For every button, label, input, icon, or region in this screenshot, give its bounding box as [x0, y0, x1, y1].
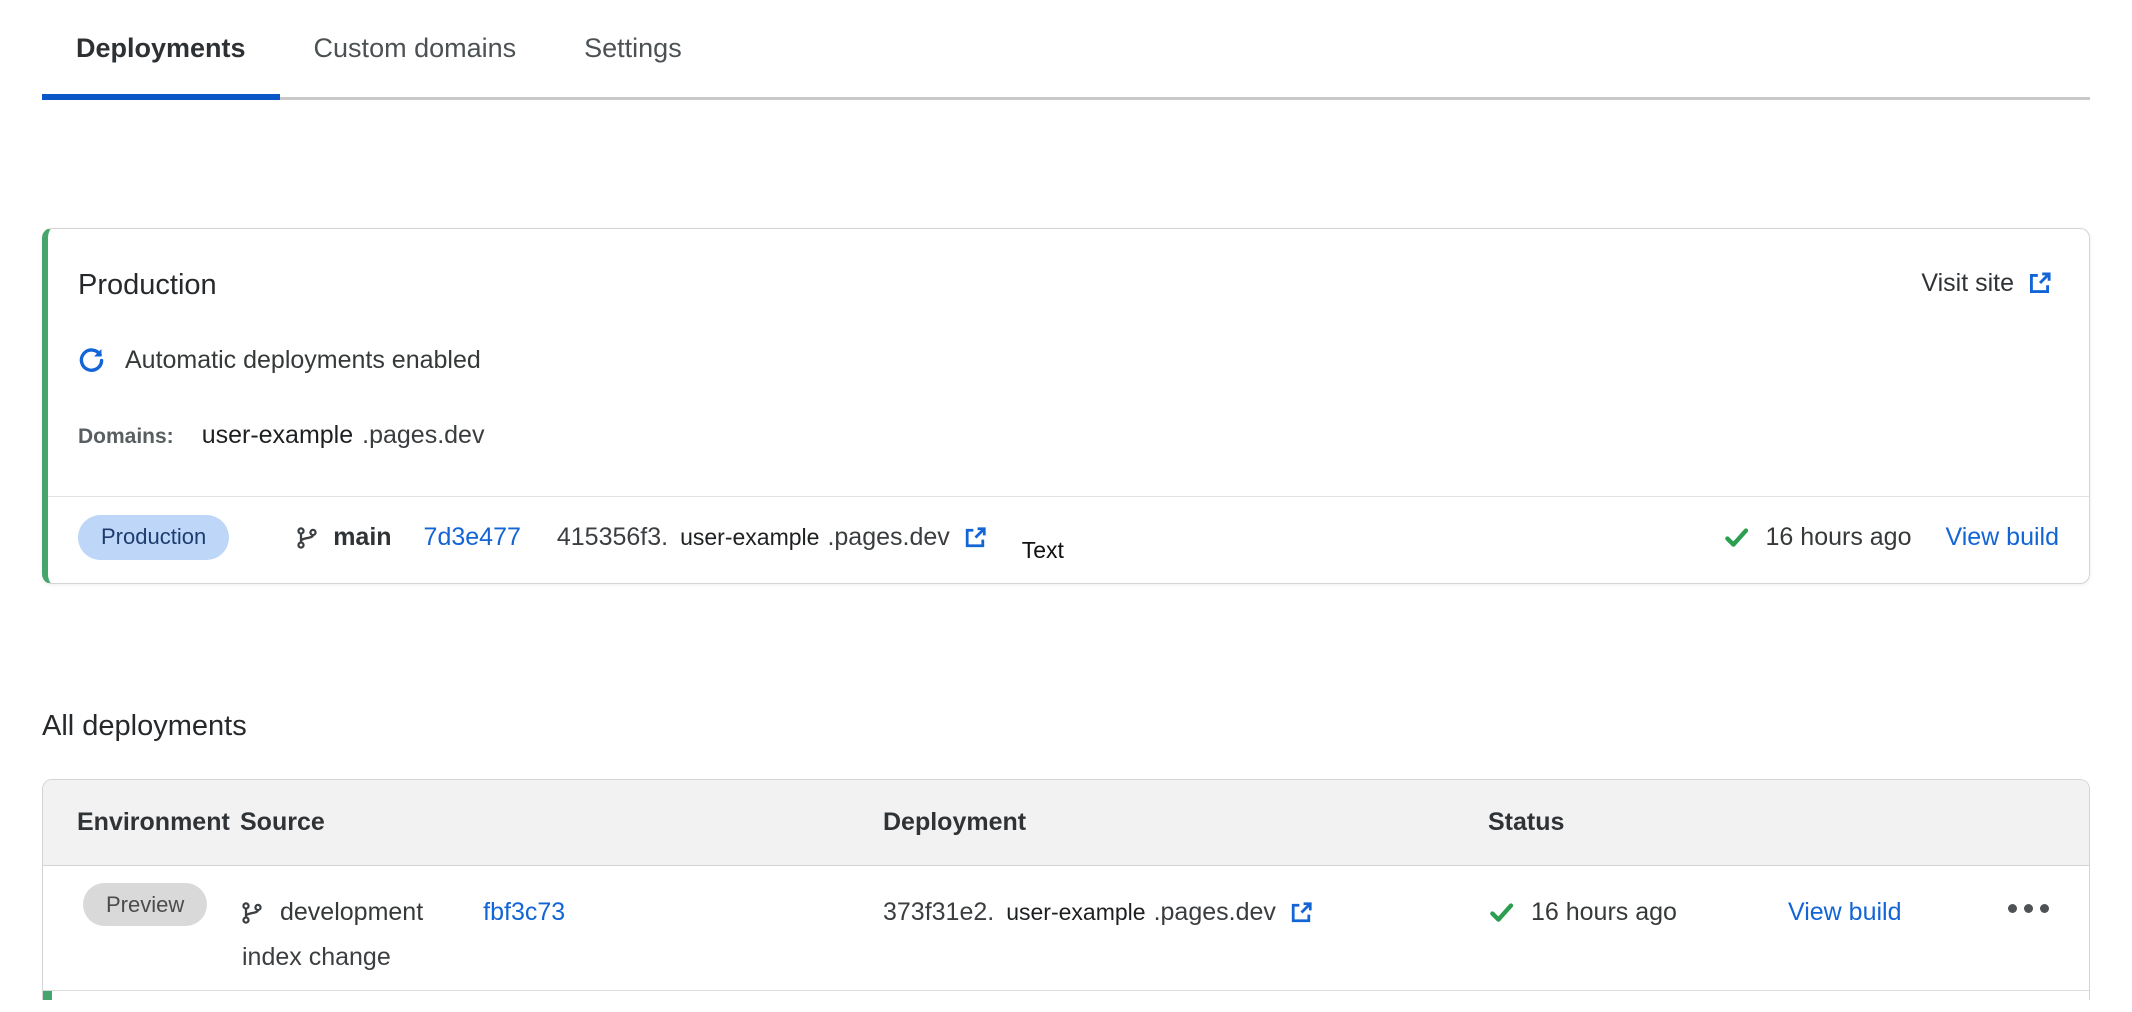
- deployment-url-prefix: 415356f3.: [557, 523, 668, 552]
- menu-dot: [2024, 904, 2033, 913]
- annotation-label: Text: [1022, 537, 1064, 564]
- deployment-url-prefix: 373f31e2.: [883, 898, 994, 927]
- deployments-table: Environment Source Deployment Status Pre…: [42, 779, 2090, 1000]
- column-header-environment: Environment: [43, 808, 240, 837]
- environment-badge: Preview: [83, 883, 207, 926]
- view-build-link[interactable]: View build: [1788, 898, 1902, 926]
- branch-name: main: [333, 523, 391, 552]
- deployment-time: 16 hours ago: [1531, 898, 1677, 927]
- column-header-status: Status: [1488, 808, 1788, 837]
- tab-bar: Deployments Custom domains Settings: [42, 0, 2090, 100]
- domain-suffix: .pages.dev: [362, 421, 484, 450]
- commit-message: index change: [242, 943, 883, 972]
- menu-dot: [2040, 904, 2049, 913]
- production-card: Production Visit site Automa: [42, 228, 2090, 584]
- view-build-link[interactable]: View build: [1945, 523, 2059, 552]
- all-deployments-heading: All deployments: [42, 710, 2090, 743]
- git-branch-icon: [295, 526, 319, 550]
- column-header-source: Source: [240, 808, 883, 837]
- tab-deployments[interactable]: Deployments: [42, 0, 280, 97]
- table-header: Environment Source Deployment Status: [43, 780, 2089, 866]
- check-icon: [1723, 524, 1750, 551]
- table-row: Preview development fbf3c73 index change: [43, 866, 2089, 991]
- refresh-icon: [78, 347, 105, 374]
- visit-site-link[interactable]: Visit site: [1921, 269, 2053, 298]
- deployment-time: 16 hours ago: [1766, 523, 1912, 552]
- domains-row: Domains: user-example .pages.dev: [78, 421, 2053, 450]
- branch-name: development: [280, 898, 423, 927]
- production-deployment-row: Production main 7d3e477 415356f3. user-e…: [48, 496, 2089, 578]
- deployment-url-name: user-example: [1006, 899, 1145, 926]
- external-link-icon[interactable]: [1288, 900, 1314, 926]
- git-branch-icon: [240, 901, 264, 925]
- menu-dot: [2008, 904, 2017, 913]
- auto-deployments-text: Automatic deployments enabled: [125, 346, 481, 375]
- commit-link[interactable]: fbf3c73: [483, 898, 565, 927]
- deployment-url-name: user-example: [680, 524, 819, 551]
- tab-settings[interactable]: Settings: [550, 0, 716, 97]
- next-row-green-indicator: [43, 991, 52, 1000]
- deployment-url-suffix: .pages.dev: [827, 523, 949, 552]
- domain-name: user-example: [202, 421, 353, 450]
- domains-label: Domains:: [78, 425, 174, 449]
- environment-badge: Production: [78, 515, 229, 559]
- external-link-icon[interactable]: [962, 525, 988, 551]
- next-row-partial: [43, 991, 2089, 1000]
- tab-custom-domains[interactable]: Custom domains: [280, 0, 551, 97]
- column-header-deployment: Deployment: [883, 808, 1488, 837]
- external-link-icon: [2026, 270, 2053, 297]
- visit-site-label: Visit site: [1921, 269, 2014, 298]
- commit-link[interactable]: 7d3e477: [424, 523, 521, 552]
- deployment-url-suffix: .pages.dev: [1154, 898, 1276, 927]
- production-card-title: Production: [78, 269, 217, 302]
- row-options-menu-button[interactable]: [2008, 904, 2089, 913]
- check-icon: [1488, 899, 1515, 926]
